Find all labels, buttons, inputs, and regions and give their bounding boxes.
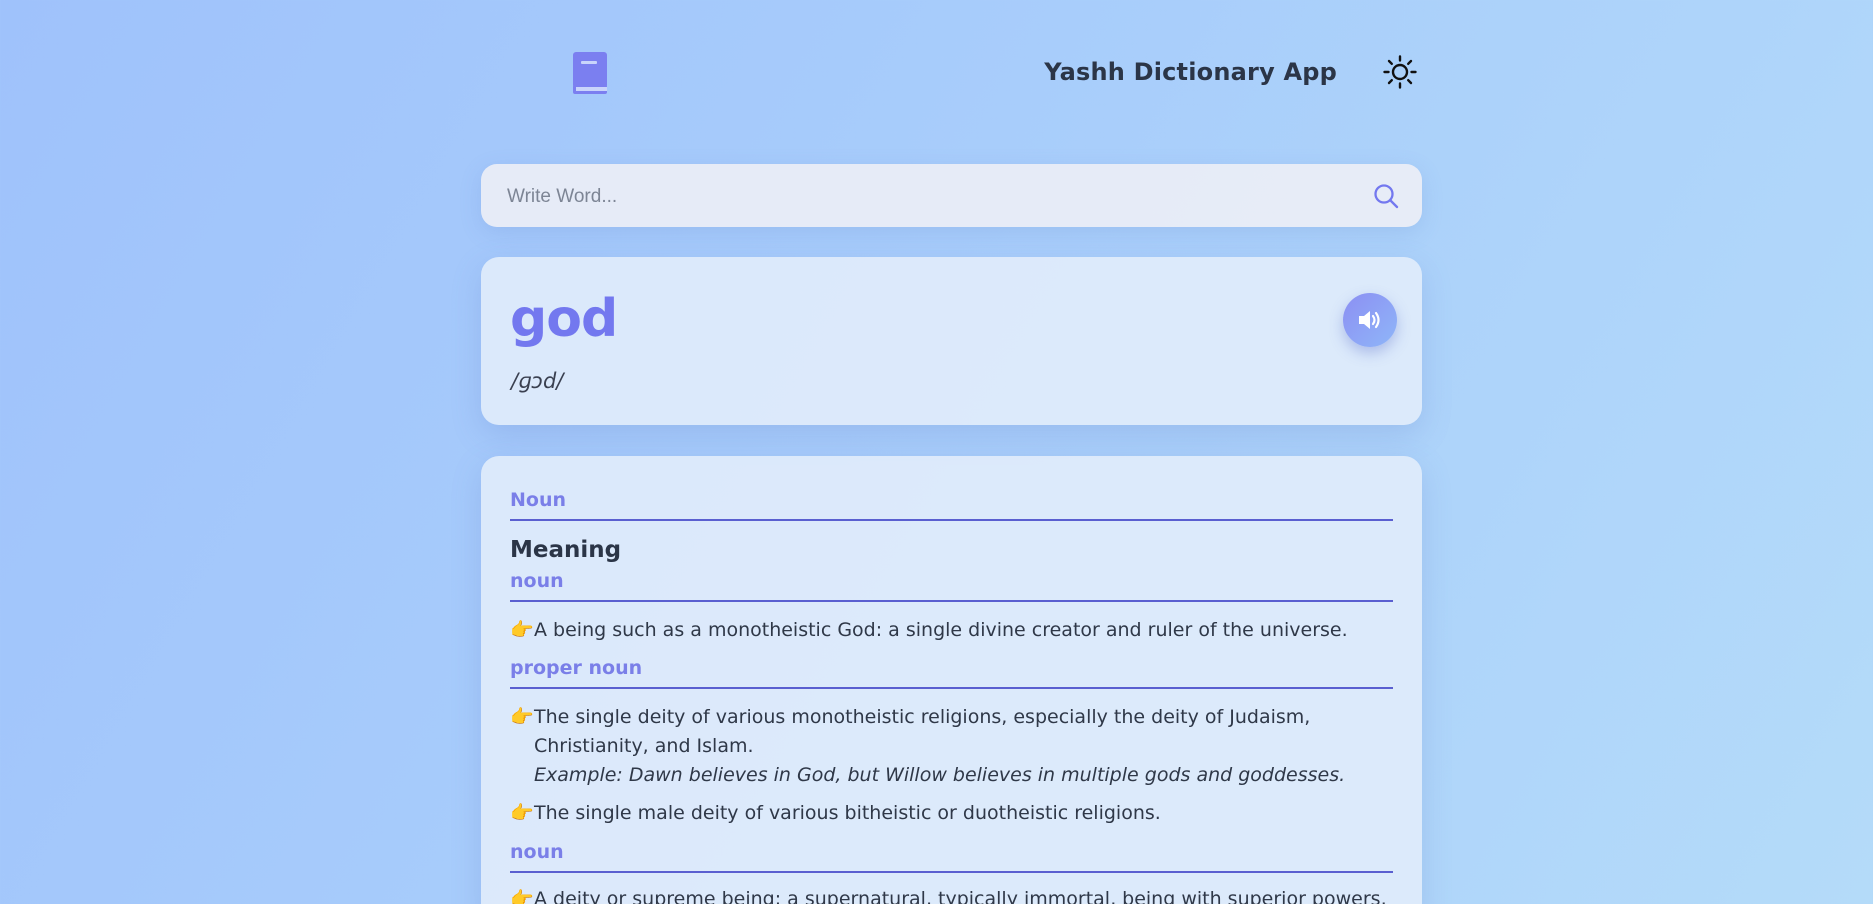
- book-icon: [571, 52, 609, 94]
- definition-item: 👉 The single deity of various monotheist…: [510, 703, 1390, 790]
- definition-example: Example: Dawn believes in God, but Willo…: [534, 764, 1346, 786]
- definition-item: 👉 The single male deity of various bithe…: [510, 799, 1390, 828]
- app-header: Yashh Dictionary App: [481, 40, 1422, 106]
- definition-text: A being such as a monotheistic God: a si…: [534, 619, 1348, 641]
- word-title: god: [510, 289, 618, 349]
- search-input[interactable]: [505, 164, 1329, 229]
- definition-group-label: noun: [510, 841, 1393, 873]
- pointing-hand-icon: 👉: [510, 619, 534, 641]
- speaker-icon: [1359, 311, 1380, 329]
- definition-group-label: noun: [510, 570, 1393, 602]
- app-title: Yashh Dictionary App: [1044, 58, 1337, 86]
- pointing-hand-icon: 👉: [510, 802, 534, 824]
- pointing-hand-icon: 👉: [510, 888, 534, 904]
- play-audio-button[interactable]: [1343, 293, 1397, 347]
- search-bar: [481, 164, 1422, 229]
- definition-group-label: proper noun: [510, 657, 1393, 689]
- meaning-title: Meaning: [510, 537, 622, 563]
- pointing-hand-icon: 👉: [510, 706, 534, 728]
- meanings-card: Noun Meaning noun 👉 A being such as a mo…: [481, 456, 1422, 904]
- search-icon[interactable]: [1372, 182, 1400, 210]
- definition-text: A deity or supreme being; a supernatural…: [534, 888, 1387, 904]
- word-card: god /ɡɔd/: [481, 257, 1422, 425]
- part-of-speech-heading: Noun: [510, 489, 1393, 521]
- definition-item: 👉 A being such as a monotheistic God: a …: [510, 616, 1390, 645]
- definition-text: The single male deity of various bitheis…: [534, 802, 1161, 824]
- definition-item: 👉 A deity or supreme being; a supernatur…: [510, 885, 1390, 904]
- definition-text: The single deity of various monotheistic…: [534, 706, 1311, 757]
- sun-icon[interactable]: [1383, 55, 1417, 89]
- phonetic: /ɡɔd/: [511, 369, 564, 393]
